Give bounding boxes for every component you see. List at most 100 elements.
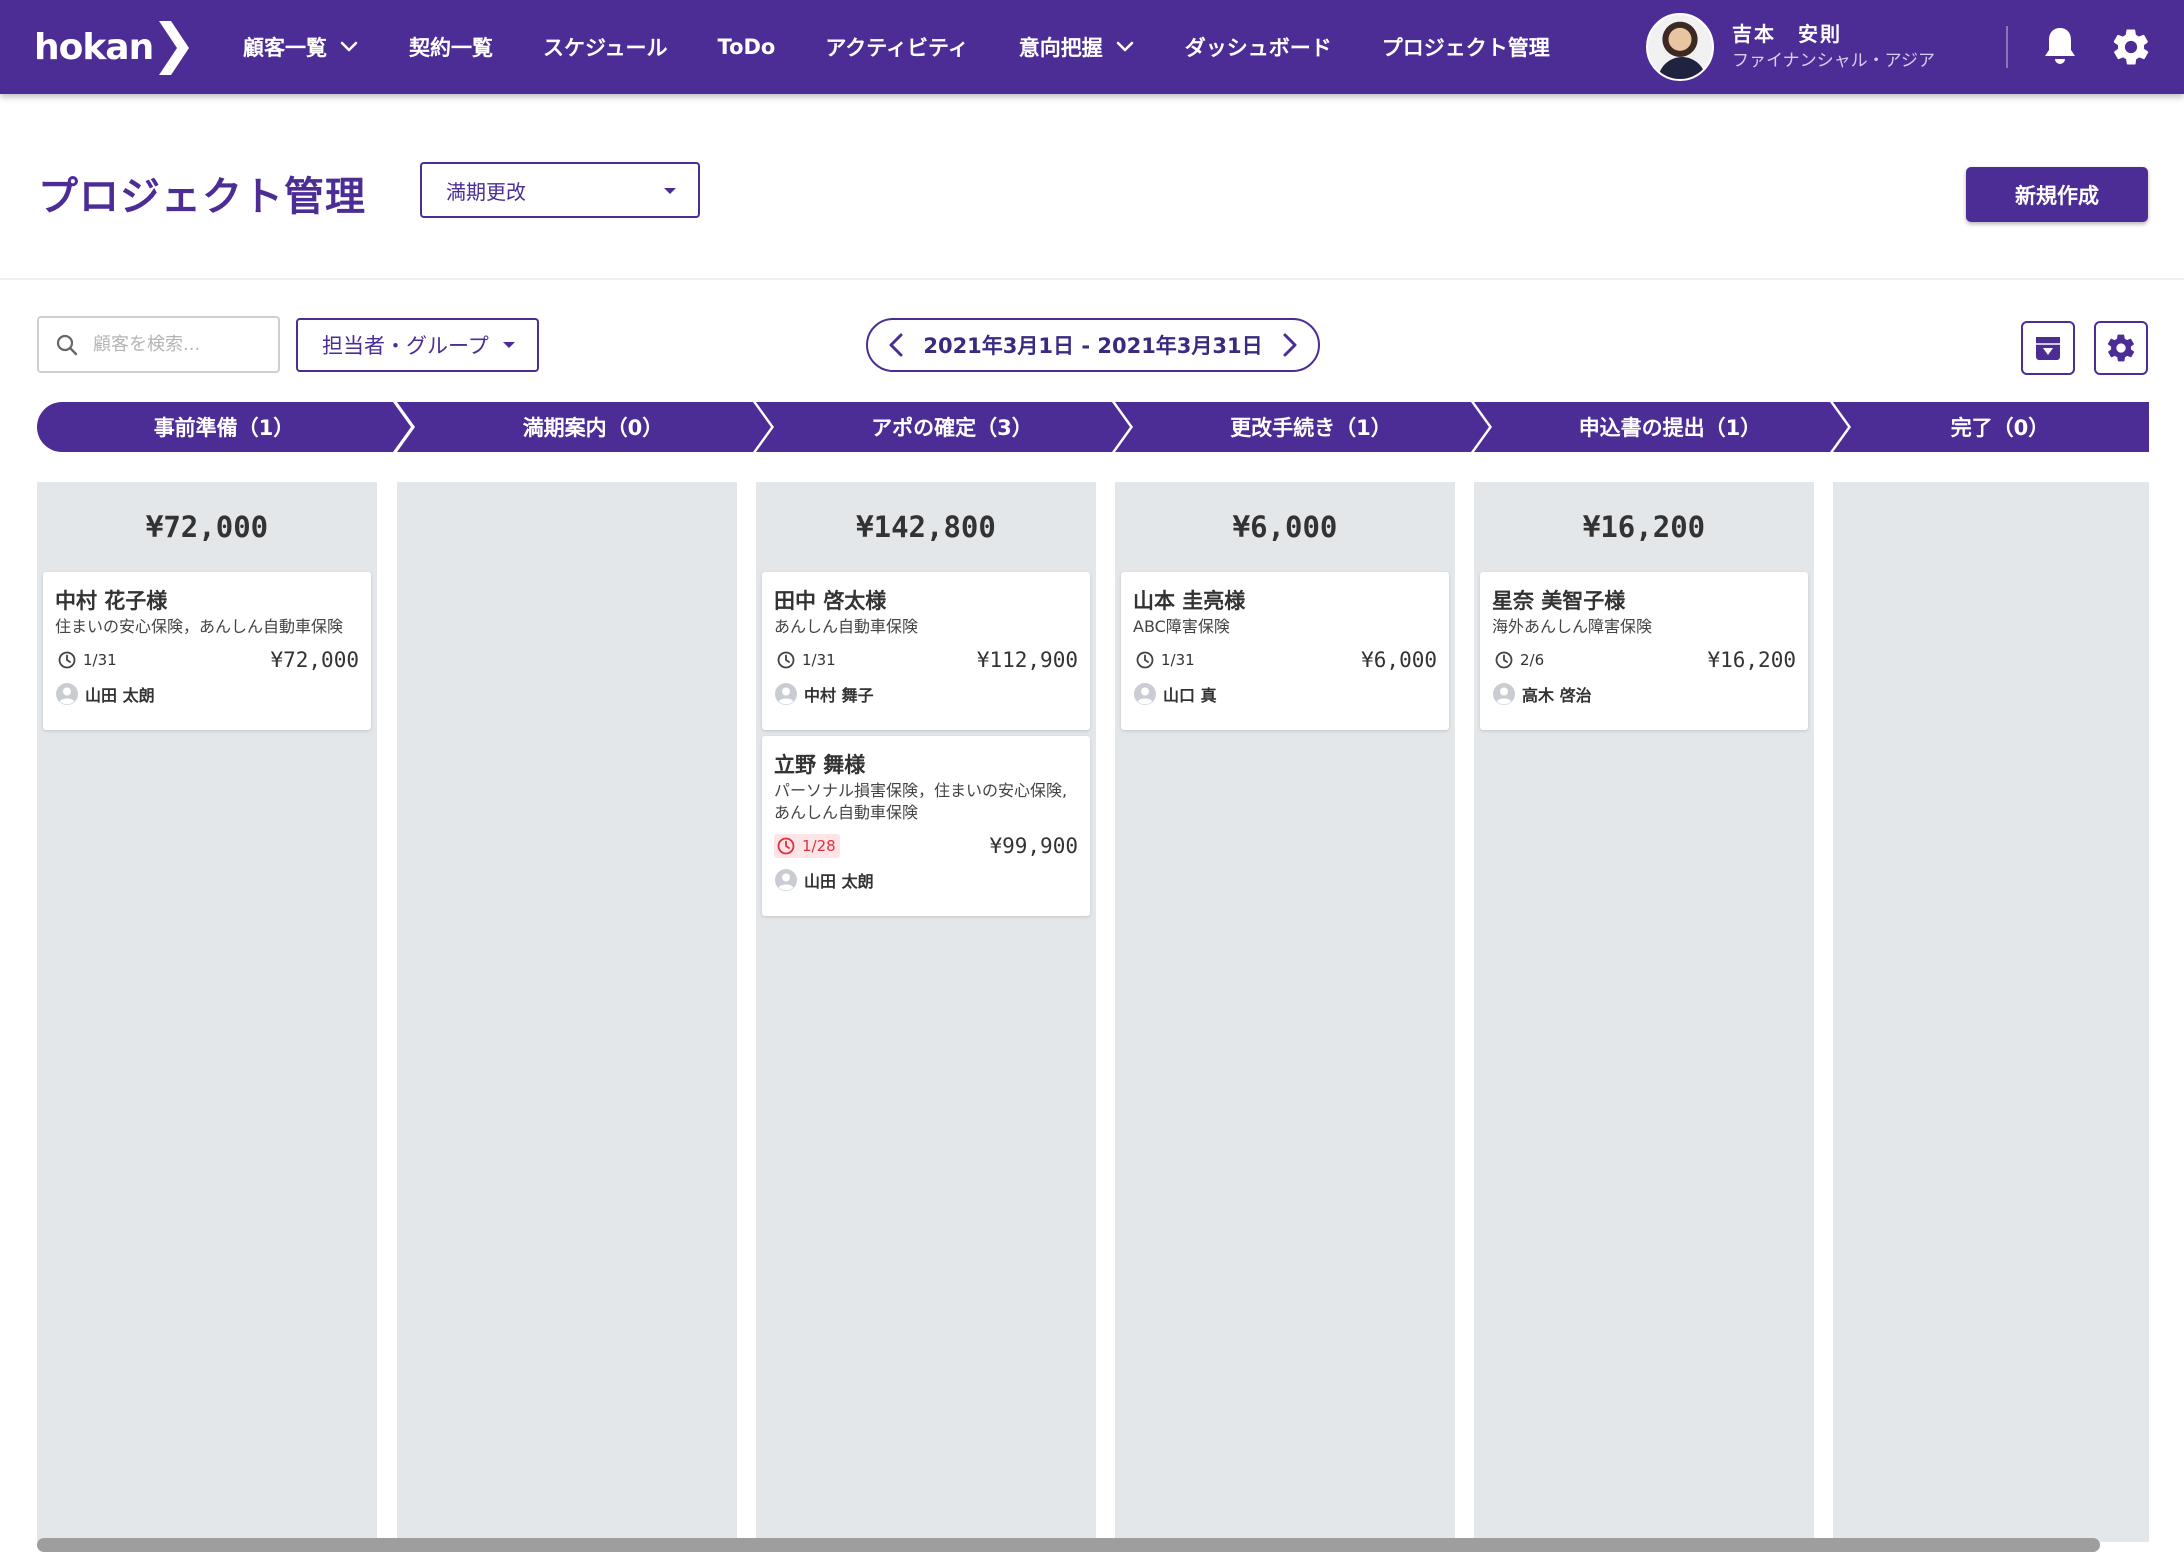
gear-icon[interactable]	[2110, 26, 2152, 68]
user-profile[interactable]: 吉本 安則 ファイナンシャル・アジア	[1646, 13, 1935, 81]
product-list: パーソナル損害保険，住まいの安心保険, あんしん自動車保険	[774, 781, 1068, 822]
chevron-right-icon[interactable]	[1278, 332, 1300, 358]
archive-button[interactable]	[2021, 321, 2075, 375]
column-total: ¥16,200	[1582, 510, 1706, 544]
assignee-group-filter[interactable]: 担当者・グループ	[296, 318, 539, 372]
archive-icon	[2036, 337, 2060, 360]
column-appointment: ¥142,800 田中 啓太様 あんしん自動車保険 1/31 ¥112,900 中村 舞子…	[756, 482, 1096, 1542]
stage-label: 事前準備（1）	[153, 416, 295, 440]
chevron-left-icon[interactable]	[886, 332, 908, 358]
product-list: あんしん自動車保険	[774, 617, 919, 636]
project-select[interactable]: 満期更改	[420, 162, 700, 218]
horizontal-scrollbar[interactable]	[37, 1538, 2149, 1552]
person-icon	[1493, 683, 1515, 705]
assignee-filter-label: 担当者・グループ	[322, 334, 489, 358]
stage-application[interactable]: 申込書の提出（1）	[1474, 402, 1848, 452]
new-project-button[interactable]: 新規作成	[1966, 167, 2148, 222]
assignee-name: 山田 太朗	[85, 686, 155, 705]
assignee-name: 山田 太朗	[804, 872, 874, 891]
caret-down-icon	[664, 188, 676, 194]
person-icon	[56, 683, 78, 705]
nav-item-activity[interactable]: アクティビティ	[825, 32, 968, 62]
clock-icon	[1495, 651, 1513, 669]
person-icon	[775, 869, 797, 891]
project-card[interactable]: 中村 花子様住まいの安心保険，あんしん自動車保険 1/31 ¥72,000 山田 太朗	[43, 572, 371, 730]
nav-item-todo[interactable]: ToDo	[718, 35, 776, 59]
nav-item-projects[interactable]: プロジェクト管理	[1382, 32, 1550, 62]
due-date: 2/6	[1520, 651, 1545, 669]
customer-name: 中村 花子様	[55, 589, 168, 613]
nav-item-dashboard[interactable]: ダッシュボード	[1185, 32, 1332, 62]
due-date: 1/31	[1161, 651, 1195, 669]
nav-item-label: ダッシュボード	[1184, 36, 1332, 60]
premium-amount: ¥72,000	[270, 648, 359, 672]
customer-name: 山本 圭亮様	[1133, 589, 1246, 613]
nav-divider	[2006, 26, 2008, 68]
customer-name: 立野 舞様	[774, 753, 866, 777]
avatar	[1646, 13, 1714, 81]
date-range-label: 2021年3月1日 - 2021年3月31日	[923, 334, 1263, 358]
due-date: 1/28	[802, 837, 836, 855]
customer-name: 星奈 美智子様	[1492, 589, 1626, 613]
clock-icon	[58, 651, 76, 669]
column-total: ¥142,800	[856, 510, 996, 544]
due-date: 1/31	[83, 651, 117, 669]
card-assignee: 高木 啓治	[1492, 682, 1796, 706]
header-divider	[0, 278, 2184, 280]
project-card[interactable]: 立野 舞様パーソナル損害保険，住まいの安心保険, あんしん自動車保険 1/28 ¥9…	[762, 736, 1090, 916]
gear-icon	[2107, 334, 2135, 362]
clock-icon	[1136, 651, 1154, 669]
user-organization: ファイナンシャル・アジア	[1732, 51, 1935, 71]
column-total: ¥6,000	[1232, 510, 1338, 544]
card-assignee: 山田 太朗	[55, 682, 359, 706]
column-application: ¥16,200 星奈 美智子様 海外あんしん障害保険 2/6 ¥16,200 高木 啓治	[1474, 482, 1814, 1542]
date-range-selector: 2021年3月1日 - 2021年3月31日	[866, 318, 1320, 372]
due-date-badge: 1/31	[774, 648, 840, 672]
stage-preparation[interactable]: 事前準備（1）	[37, 402, 411, 452]
due-date: 1/31	[802, 651, 836, 669]
nav-item-label: プロジェクト管理	[1381, 36, 1550, 60]
due-date-badge: 1/31	[1133, 648, 1199, 672]
scrollbar-thumb[interactable]	[37, 1538, 2100, 1552]
nav-item-intent[interactable]: 意向把握	[1019, 32, 1135, 62]
due-date-badge: 1/31	[55, 648, 121, 672]
stage-renewal-procedure[interactable]: 更改手続き（1）	[1115, 402, 1489, 452]
premium-amount: ¥99,900	[989, 834, 1078, 858]
nav-item-label: アクティビティ	[825, 36, 969, 60]
person-icon	[1134, 683, 1156, 705]
due-date-badge: 1/28	[774, 834, 840, 858]
customer-name: 田中 啓太様	[774, 589, 887, 613]
project-select-value: 満期更改	[446, 179, 526, 204]
nav-item-contracts[interactable]: 契約一覧	[409, 32, 493, 62]
clock-icon	[777, 651, 795, 669]
nav-item-label: 契約一覧	[409, 36, 493, 60]
column-total: ¥72,000	[145, 510, 269, 544]
stage-renewal-notice[interactable]: 満期案内（0）	[397, 402, 771, 452]
stage-bar: 事前準備（1） 満期案内（0） アポの確定（3） 更改手続き（1） 申込書の提出（1） 完…	[37, 402, 2149, 452]
project-card[interactable]: 田中 啓太様 あんしん自動車保険 1/31 ¥112,900 中村 舞子	[762, 572, 1090, 730]
stage-label: 申込書の提出（1）	[1578, 416, 1762, 440]
nav-item-customers[interactable]: 顧客一覧	[243, 32, 359, 62]
stage-appointment[interactable]: アポの確定（3）	[756, 402, 1130, 452]
nav-menu: 顧客一覧 契約一覧 スケジュール ToDo アクティビティ 意向把握 ダッシュボード プロジェ…	[243, 0, 1600, 94]
clock-icon	[777, 837, 795, 855]
board-settings-button[interactable]	[2094, 321, 2148, 375]
customer-search[interactable]	[37, 316, 280, 373]
logo-arrow-icon	[159, 21, 190, 75]
stage-complete[interactable]: 完了（0）	[1833, 402, 2149, 452]
nav-item-label: ToDo	[717, 35, 776, 59]
bell-icon[interactable]	[2042, 26, 2078, 66]
stage-label: 更改手続き（1）	[1230, 416, 1392, 440]
chevron-down-icon	[340, 41, 358, 52]
premium-amount: ¥6,000	[1361, 648, 1437, 672]
chevron-down-icon	[1116, 41, 1134, 52]
product-list: 住まいの安心保険，あんしん自動車保険	[55, 617, 344, 636]
project-card[interactable]: 星奈 美智子様 海外あんしん障害保険 2/6 ¥16,200 高木 啓治	[1480, 572, 1808, 730]
hokan-logo[interactable]: hokan	[34, 21, 190, 75]
project-card[interactable]: 山本 圭亮様 ABC障害保険 1/31 ¥6,000 山口 真	[1121, 572, 1449, 730]
top-nav: hokan 顧客一覧 契約一覧 スケジュール ToDo アクティビティ 意向把握 ダッシュボ…	[0, 0, 2184, 94]
search-input[interactable]	[93, 334, 273, 355]
column-preparation: ¥72,000 中村 花子様住まいの安心保険，あんしん自動車保険 1/31 ¥72,0…	[37, 482, 377, 1542]
caret-down-icon	[502, 342, 515, 348]
nav-item-schedule[interactable]: スケジュール	[543, 32, 668, 62]
